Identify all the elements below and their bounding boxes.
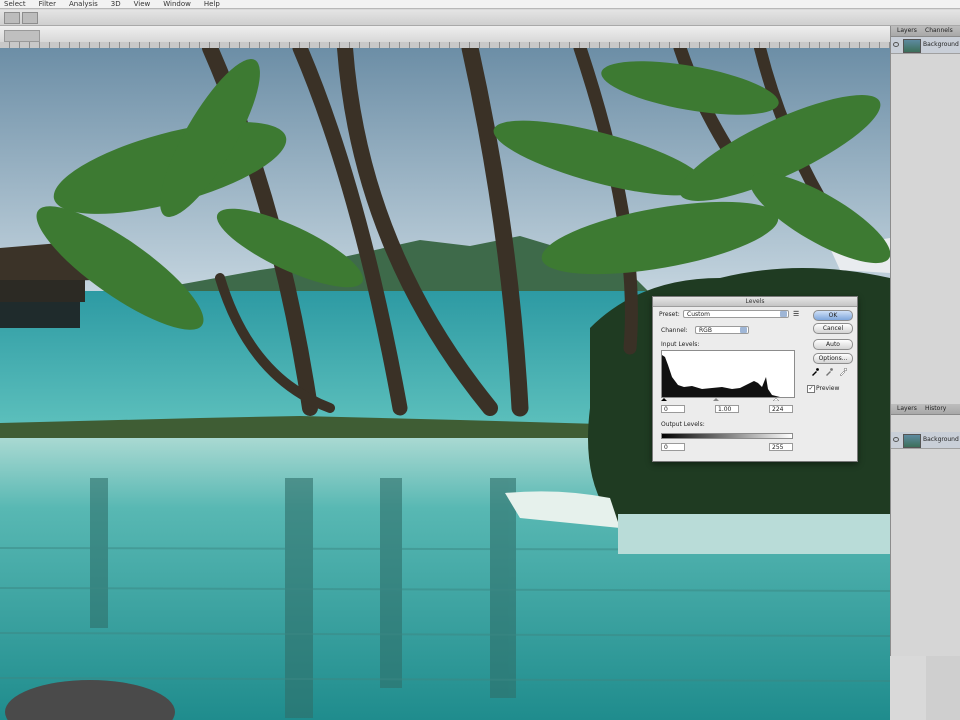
menu-view[interactable]: View	[134, 0, 151, 8]
output-black-field[interactable]: 0	[661, 443, 685, 451]
ok-button[interactable]: OK	[813, 310, 853, 321]
preview-label: Preview	[816, 385, 840, 392]
right-panel-dock: Layers Channels Background Layers Histor…	[890, 26, 960, 656]
tab-layers-top[interactable]: Layers	[897, 27, 917, 34]
channel-value: RGB	[699, 327, 712, 334]
menu-help[interactable]: Help	[204, 0, 220, 8]
histogram-graph	[662, 355, 780, 397]
auto-button[interactable]: Auto	[813, 339, 853, 350]
layer-thumbnail	[903, 434, 921, 448]
input-black-field[interactable]: 0	[661, 405, 685, 413]
menu-analysis[interactable]: Analysis	[69, 0, 98, 8]
layer-row[interactable]: Background	[891, 432, 960, 449]
cancel-button[interactable]: Cancel	[813, 323, 853, 334]
chevron-down-icon	[780, 311, 787, 317]
channel-select[interactable]: RGB	[695, 326, 749, 334]
output-levels-label: Output Levels:	[661, 421, 705, 428]
output-white-field[interactable]: 255	[769, 443, 793, 451]
tab-history[interactable]: History	[925, 405, 946, 412]
channel-label: Channel:	[661, 327, 688, 334]
histogram	[661, 350, 795, 398]
dock-filler	[926, 656, 960, 720]
tool-preset-button[interactable]	[4, 12, 20, 24]
options-button[interactable]: Options...	[813, 353, 853, 364]
options-bar	[0, 10, 960, 26]
input-levels-label: Input Levels:	[661, 341, 700, 348]
input-white-field[interactable]: 224	[769, 405, 793, 413]
preset-options-icon[interactable]: ☰	[793, 310, 799, 318]
dialog-title: Levels	[653, 297, 857, 307]
top-panel-tabs: Layers Channels	[891, 26, 960, 37]
preset-label: Preset:	[659, 311, 680, 318]
layer-name: Background	[923, 436, 959, 443]
preview-checkbox[interactable]: ✓	[807, 385, 815, 393]
menu-3d[interactable]: 3D	[111, 0, 121, 8]
layer-name: Background	[923, 41, 959, 48]
input-gamma-field[interactable]: 1.00	[715, 405, 739, 413]
menu-bar: Select Filter Analysis 3D View Window He…	[0, 0, 960, 9]
layer-thumbnail	[903, 39, 921, 53]
tool-mode-button[interactable]	[22, 12, 38, 24]
levels-dialog: Levels Preset: Custom ☰ Channel: RGB Inp…	[652, 296, 858, 462]
tab-channels[interactable]: Channels	[925, 27, 953, 34]
chevron-down-icon	[740, 327, 747, 333]
white-eyedropper-icon[interactable]	[839, 368, 847, 376]
output-slider[interactable]	[661, 433, 793, 439]
document-tab[interactable]	[4, 30, 40, 42]
input-slider[interactable]	[661, 398, 793, 401]
gray-eyedropper-icon[interactable]	[825, 368, 833, 376]
bottom-panel-tabs: Layers History	[891, 404, 960, 415]
visibility-eye-icon[interactable]	[893, 42, 899, 47]
preset-select[interactable]: Custom	[683, 310, 789, 318]
menu-select[interactable]: Select	[4, 0, 26, 8]
visibility-eye-icon[interactable]	[893, 437, 899, 442]
preset-value: Custom	[687, 311, 710, 318]
black-eyedropper-icon[interactable]	[811, 368, 819, 376]
layer-row[interactable]: Background	[891, 37, 960, 54]
menu-window[interactable]: Window	[163, 0, 191, 8]
menu-filter[interactable]: Filter	[39, 0, 56, 8]
tab-layers-bottom[interactable]: Layers	[897, 405, 917, 412]
